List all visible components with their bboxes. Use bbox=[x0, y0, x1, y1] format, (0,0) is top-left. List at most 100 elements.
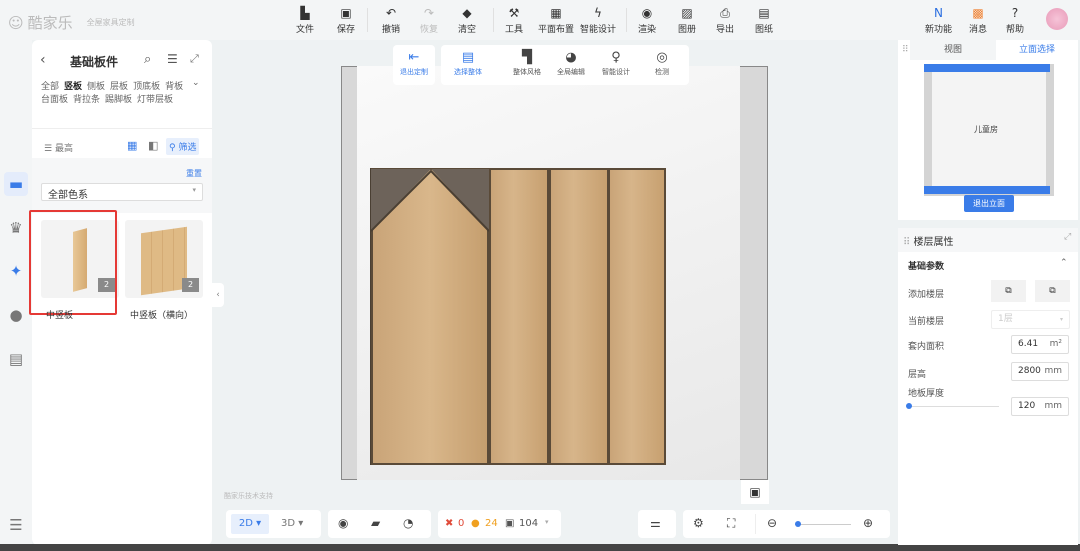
gauge-icon[interactable]: ◔ bbox=[403, 516, 413, 530]
new-feature-button[interactable]: N 新功能 bbox=[925, 6, 952, 35]
tools-button[interactable]: ⚒ 工具 bbox=[505, 6, 523, 35]
category-1[interactable]: 竖板 bbox=[64, 81, 82, 94]
mode-2d-button[interactable]: 2D ▾ bbox=[231, 514, 269, 534]
category-8[interactable]: 踢脚板 bbox=[105, 94, 132, 107]
lightning-icon: ϟ bbox=[594, 6, 602, 20]
avatar[interactable] bbox=[1046, 8, 1068, 30]
style-button[interactable]: ▜ 整体风格 bbox=[505, 50, 549, 77]
exit-elevation-button[interactable]: 退出立面 bbox=[964, 195, 1014, 212]
eye-icon[interactable]: ◉ bbox=[338, 516, 348, 530]
expand-icon[interactable]: ⤢ bbox=[1064, 232, 1071, 242]
detect-button[interactable]: ◎ 检测 bbox=[640, 50, 684, 77]
cabinet-icon[interactable]: ▤ bbox=[4, 347, 28, 371]
exit-custom-button[interactable]: ⇤ 退出定制 bbox=[392, 50, 436, 77]
wrench-icon: ⚒ bbox=[508, 6, 520, 20]
category-7[interactable]: 背拉条 bbox=[73, 94, 100, 107]
filter-button[interactable]: ⚲ 筛选 bbox=[166, 138, 200, 155]
model-icon[interactable]: ✦ bbox=[4, 259, 28, 283]
global-edit-button[interactable]: ◕ 全局编辑 bbox=[549, 50, 593, 77]
thickness-input[interactable]: 120 mm bbox=[1011, 397, 1069, 416]
drag-handle-icon[interactable]: ⠿ bbox=[902, 45, 909, 55]
export-icon: ⎙ bbox=[720, 6, 730, 20]
smart-design-tool-button[interactable]: ♀ 智能设计 bbox=[594, 50, 638, 77]
count-badge: 2 bbox=[182, 278, 199, 292]
chevron-down-icon[interactable]: ⌄ bbox=[192, 78, 200, 88]
mode-3d-button[interactable]: 3D ▾ bbox=[281, 514, 311, 534]
area-input[interactable]: 6.41 m² bbox=[1011, 335, 1069, 354]
wardrobe-door[interactable] bbox=[549, 168, 609, 465]
product-name: 中竖板 bbox=[46, 311, 74, 321]
select-icon: ▤ bbox=[461, 50, 475, 65]
product-card-1[interactable]: 2 bbox=[125, 220, 203, 298]
sort-button[interactable]: ☰ 最高 bbox=[44, 141, 73, 154]
collapse-panel-icon[interactable]: ‹ bbox=[212, 283, 224, 307]
selected-wall[interactable] bbox=[924, 64, 1050, 72]
file-button[interactable]: ▙ 文件 bbox=[296, 6, 314, 35]
select-whole-button[interactable]: ▤ 选择整体 bbox=[446, 50, 490, 77]
category-5[interactable]: 背板 bbox=[165, 81, 183, 94]
search-icon[interactable]: ⌕ bbox=[144, 52, 151, 67]
category-4[interactable]: 顶底板 bbox=[133, 81, 160, 94]
floor-plan[interactable]: 儿童房 bbox=[924, 64, 1054, 196]
list-icon[interactable]: ☰ bbox=[167, 52, 178, 66]
drawing-button[interactable]: ▤ 图纸 bbox=[755, 6, 773, 35]
toggle-icon[interactable]: ⚌ bbox=[650, 516, 661, 530]
category-3[interactable]: 层板 bbox=[110, 81, 128, 94]
category-0[interactable]: 全部 bbox=[41, 81, 59, 94]
menu-icon[interactable]: ☰ bbox=[4, 513, 28, 537]
save-button[interactable]: ▣ 保存 bbox=[337, 6, 355, 35]
zoom-in-icon[interactable]: ⊕ bbox=[863, 516, 873, 530]
wardrobe-door[interactable] bbox=[608, 168, 666, 465]
help-button[interactable]: ? 帮助 bbox=[1006, 6, 1024, 35]
tab-elevation-select[interactable]: 立面选择 bbox=[996, 40, 1078, 60]
thickness-slider[interactable] bbox=[909, 406, 999, 407]
selected-wall[interactable] bbox=[924, 186, 1050, 194]
category-9[interactable]: 灯带层板 bbox=[137, 94, 173, 107]
undo-button[interactable]: ↶ 撤销 bbox=[382, 6, 400, 35]
thickness-slider-handle[interactable] bbox=[906, 403, 912, 409]
color-select[interactable]: 全部色系 ▾ bbox=[41, 183, 203, 201]
current-floor-select[interactable]: 1层 ▾ bbox=[991, 310, 1070, 329]
wardrobe-door[interactable] bbox=[489, 168, 549, 465]
zoom-slider[interactable] bbox=[795, 524, 851, 525]
room-label: 儿童房 bbox=[974, 125, 998, 134]
chevron-up-icon[interactable]: ⌃ bbox=[1060, 258, 1068, 268]
smart-design-button[interactable]: ϟ 智能设计 bbox=[580, 6, 616, 35]
zoom-slider-handle[interactable] bbox=[794, 521, 801, 527]
export-button[interactable]: ⎙ 导出 bbox=[716, 6, 734, 35]
height-input[interactable]: 2800 mm bbox=[1011, 362, 1069, 381]
grid-view-icon[interactable]: ▦ bbox=[127, 139, 137, 152]
furniture-icon[interactable]: ▬ bbox=[4, 172, 28, 196]
list-view-icon[interactable]: ◧ bbox=[148, 139, 158, 152]
category-2[interactable]: 侧板 bbox=[87, 81, 105, 94]
issues-bar[interactable]: ✖ 0 ● 24 ▣ 104 ▾ bbox=[438, 510, 561, 538]
product-name: 中竖板（横向） bbox=[130, 311, 194, 321]
tab-view[interactable]: 视图 bbox=[910, 40, 996, 60]
brand-logo: ☺ 酷家乐 全屋家具定制 bbox=[8, 12, 135, 33]
custom-toolbar: ▤ 选择整体 ▜ 整体风格 ◕ 全局编辑 ♀ 智能设计 ◎ 检测 bbox=[441, 45, 689, 85]
clipboard-icon[interactable]: ▣ bbox=[741, 480, 769, 504]
category-6[interactable]: 台面板 bbox=[41, 94, 68, 107]
target-icon: ◎ bbox=[656, 50, 668, 65]
add-floor-below-button[interactable]: ⧉ bbox=[1035, 280, 1070, 302]
back-icon[interactable]: ‹ bbox=[40, 52, 46, 68]
camera-settings-icon[interactable]: ⚙ bbox=[693, 516, 704, 530]
selection-highlight bbox=[29, 210, 117, 315]
album-button[interactable]: ▨ 图册 bbox=[678, 6, 696, 35]
zoom-out-icon[interactable]: ⊖ bbox=[767, 516, 777, 530]
clear-button[interactable]: ◆ 清空 bbox=[458, 6, 476, 35]
redo-button[interactable]: ↷ 恢复 bbox=[420, 6, 438, 35]
render-button[interactable]: ◉ 渲染 bbox=[638, 6, 656, 35]
reset-link[interactable]: 重置 bbox=[186, 168, 202, 179]
layout-button[interactable]: ▦ 平面布置 bbox=[538, 6, 574, 35]
add-floor-above-button[interactable]: ⧉ bbox=[991, 280, 1026, 302]
fit-screen-icon[interactable]: ⛶ bbox=[727, 516, 735, 531]
crown-icon[interactable]: ♛ bbox=[4, 216, 28, 240]
user-icon[interactable]: ● bbox=[4, 303, 28, 327]
message-button[interactable]: ▩ 消息 bbox=[969, 6, 987, 35]
new-feature-icon: N bbox=[934, 6, 943, 20]
save-icon: ▣ bbox=[340, 6, 352, 20]
cube-icon[interactable]: ▰ bbox=[371, 516, 380, 530]
expand-icon[interactable]: ⤢ bbox=[190, 52, 199, 66]
item-icon: ▣ bbox=[505, 518, 515, 529]
